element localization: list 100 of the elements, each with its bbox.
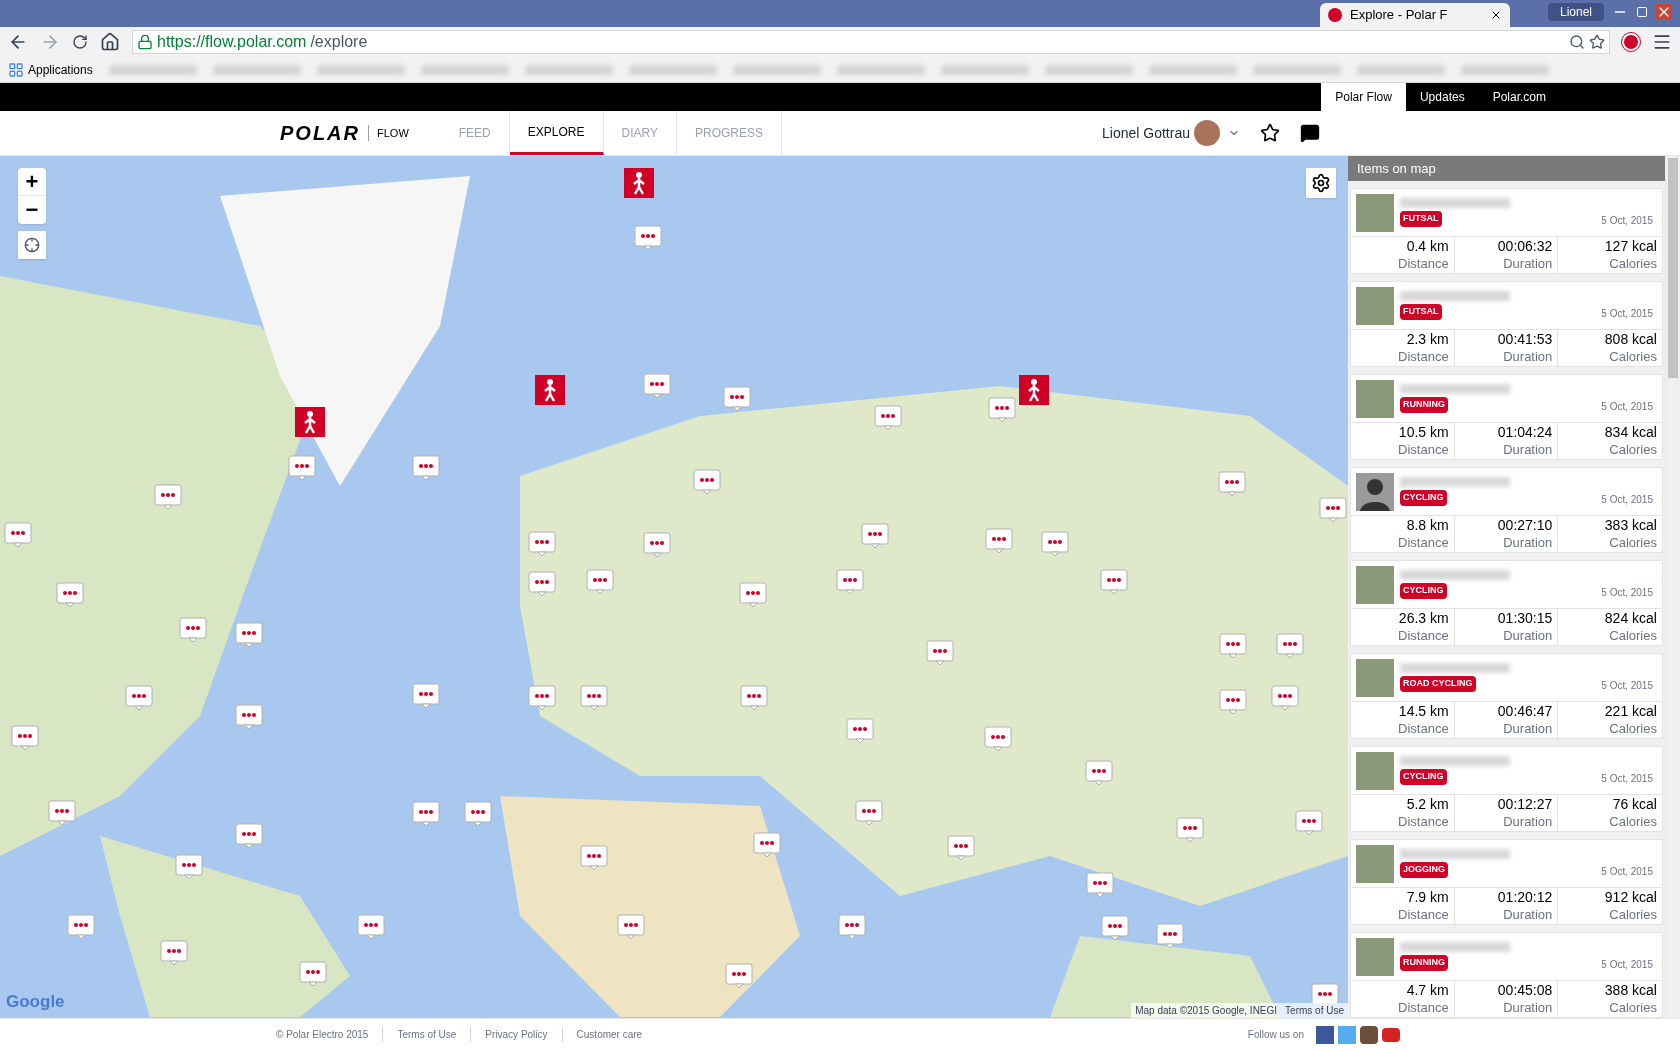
activity-card[interactable]: ROAD CYCLING 5 Oct, 2015 14.5 km Distance 00:46:47 Duration 221 kcal Calories <box>1350 653 1663 739</box>
maximize-icon[interactable] <box>1636 6 1648 18</box>
settings-button[interactable] <box>1306 168 1336 198</box>
map-marker-icon[interactable] <box>578 683 609 710</box>
profile-name[interactable]: Lionel <box>1547 3 1604 21</box>
map-marker-icon[interactable] <box>177 616 208 642</box>
map-marker-icon[interactable] <box>860 521 891 548</box>
reload-icon[interactable] <box>72 34 88 50</box>
map-marker-icon[interactable] <box>47 799 78 826</box>
user-name[interactable]: Lionel Gottrau <box>1102 122 1190 144</box>
map-marker-icon[interactable] <box>297 959 328 986</box>
messages-icon[interactable] <box>1300 123 1320 143</box>
activity-marker-icon[interactable] <box>623 168 654 199</box>
map-marker-icon[interactable] <box>1275 632 1305 659</box>
map-marker-icon[interactable] <box>173 852 204 879</box>
map-marker-icon[interactable] <box>1218 632 1249 659</box>
map-marker-icon[interactable] <box>411 454 442 481</box>
star-icon[interactable] <box>1260 123 1280 143</box>
map-marker-icon[interactable] <box>411 800 442 827</box>
star-icon[interactable] <box>1589 34 1605 50</box>
activity-card[interactable]: CYCLING 5 Oct, 2015 26.3 km Distance 01:30:15 Duration 824 kcal Calories <box>1350 560 1663 646</box>
map-marker-icon[interactable] <box>1155 922 1185 949</box>
map-marker-icon[interactable] <box>153 483 184 510</box>
top-link[interactable]: Polar Flow <box>1321 83 1406 111</box>
map-marker-icon[interactable] <box>124 683 155 710</box>
activity-card[interactable]: FUTSAL 5 Oct, 2015 0.4 km Distance 00:06:32 Duration 127 kcal Calories <box>1350 188 1663 274</box>
top-link[interactable]: Polar.com <box>1478 83 1560 111</box>
address-field[interactable]: https://flow.polar.com /explore <box>132 30 1610 54</box>
map-marker-icon[interactable] <box>641 371 672 398</box>
map-marker-icon[interactable] <box>986 396 1017 423</box>
map-marker-icon[interactable] <box>722 384 753 411</box>
footer-link[interactable]: Terms of Use <box>383 1027 472 1042</box>
locate-button[interactable] <box>18 231 46 259</box>
extension-icon[interactable] <box>1622 33 1640 51</box>
map-marker-icon[interactable] <box>1217 470 1248 497</box>
activity-card[interactable]: CYCLING 5 Oct, 2015 5.2 km Distance 00:12:27 Duration 76 kcal Calories <box>1350 746 1663 832</box>
avatar-icon[interactable] <box>1194 120 1220 146</box>
map-marker-icon[interactable] <box>739 683 770 710</box>
menu-icon[interactable] <box>1652 32 1672 52</box>
map-marker-icon[interactable] <box>1218 687 1249 714</box>
map-marker-icon[interactable] <box>9 724 40 751</box>
map-marker-icon[interactable] <box>3 520 34 547</box>
map-marker-icon[interactable] <box>1100 913 1131 940</box>
map-marker-icon[interactable] <box>1317 496 1348 522</box>
map-marker-icon[interactable] <box>54 580 85 607</box>
map-marker-icon[interactable] <box>233 821 264 848</box>
map-marker-icon[interactable] <box>1294 808 1325 835</box>
top-link[interactable]: Updates <box>1405 83 1479 111</box>
map-marker-icon[interactable] <box>233 702 264 729</box>
activity-marker-icon[interactable] <box>534 375 565 406</box>
activity-card[interactable]: FUTSAL 5 Oct, 2015 2.3 km Distance 00:41:53 Duration 808 kcal Calories <box>1350 281 1663 367</box>
map-marker-icon[interactable] <box>616 912 647 939</box>
map-marker-icon[interactable] <box>641 531 672 558</box>
scrollbar[interactable] <box>1665 156 1680 1018</box>
map-marker-icon[interactable] <box>578 844 609 871</box>
map-marker-icon[interactable] <box>233 621 264 648</box>
map-marker-icon[interactable] <box>834 567 865 594</box>
browser-tab[interactable]: Explore - Polar F <box>1320 3 1510 27</box>
activity-card[interactable]: RUNNING 5 Oct, 2015 10.5 km Distance 01:04:24 Duration 834 kcal Calories <box>1350 374 1663 460</box>
map-marker-icon[interactable] <box>924 638 955 665</box>
footer-link[interactable]: Privacy Policy <box>471 1027 563 1042</box>
map-marker-icon[interactable] <box>946 833 977 860</box>
map-terms-link[interactable]: Terms of Use <box>1285 1003 1344 1018</box>
map-marker-icon[interactable] <box>836 912 867 939</box>
activity-card[interactable]: RUNNING 5 Oct, 2015 4.7 km Distance 00:45:08 Duration 388 kcal Calories <box>1350 932 1663 1018</box>
activity-card[interactable]: JOGGING 5 Oct, 2015 7.9 km Distance 01:20:12 Duration 912 kcal Calories <box>1350 839 1663 925</box>
map-marker-icon[interactable] <box>982 725 1013 752</box>
map-marker-icon[interactable] <box>633 223 664 250</box>
map-marker-icon[interactable] <box>752 831 783 858</box>
home-icon[interactable] <box>100 32 120 52</box>
map-marker-icon[interactable] <box>983 527 1014 554</box>
map-marker-icon[interactable] <box>585 567 615 594</box>
polar-logo[interactable]: POLAR <box>280 118 360 148</box>
map-marker-icon[interactable] <box>1040 530 1071 557</box>
map-marker-icon[interactable] <box>873 403 904 430</box>
apps-icon[interactable] <box>8 61 24 78</box>
map-marker-icon[interactable] <box>66 912 97 939</box>
map-marker-icon[interactable] <box>724 962 755 989</box>
map-marker-icon[interactable] <box>527 530 558 557</box>
world-map[interactable]: + − Google Map data ©2015 Google, INEGI Terms of Use <box>0 156 1348 1018</box>
map-marker-icon[interactable] <box>158 938 189 965</box>
map-marker-icon[interactable] <box>1175 816 1206 843</box>
map-marker-icon[interactable] <box>1269 683 1300 710</box>
activity-marker-icon[interactable] <box>1018 375 1049 406</box>
map-marker-icon[interactable] <box>355 912 386 939</box>
map-marker-icon[interactable] <box>527 569 558 596</box>
search-icon[interactable] <box>1569 34 1585 50</box>
footer-link[interactable]: Customer care <box>562 1027 657 1042</box>
map-marker-icon[interactable] <box>287 454 318 481</box>
map-marker-icon[interactable] <box>853 799 884 826</box>
activity-marker-icon[interactable] <box>294 407 325 438</box>
map-marker-icon[interactable] <box>738 580 769 607</box>
map-marker-icon[interactable] <box>1085 871 1116 897</box>
bookmark[interactable]: Applications <box>28 60 93 79</box>
zoom-in-button[interactable]: + <box>18 168 46 196</box>
map-marker-icon[interactable] <box>527 683 558 710</box>
activity-card[interactable]: CYCLING 5 Oct, 2015 8.8 km Distance 00:27:10 Duration 383 kcal Calories <box>1350 467 1663 553</box>
map-marker-icon[interactable] <box>1084 758 1115 785</box>
map-marker-icon[interactable] <box>462 800 493 827</box>
zoom-out-button[interactable]: − <box>18 196 46 224</box>
